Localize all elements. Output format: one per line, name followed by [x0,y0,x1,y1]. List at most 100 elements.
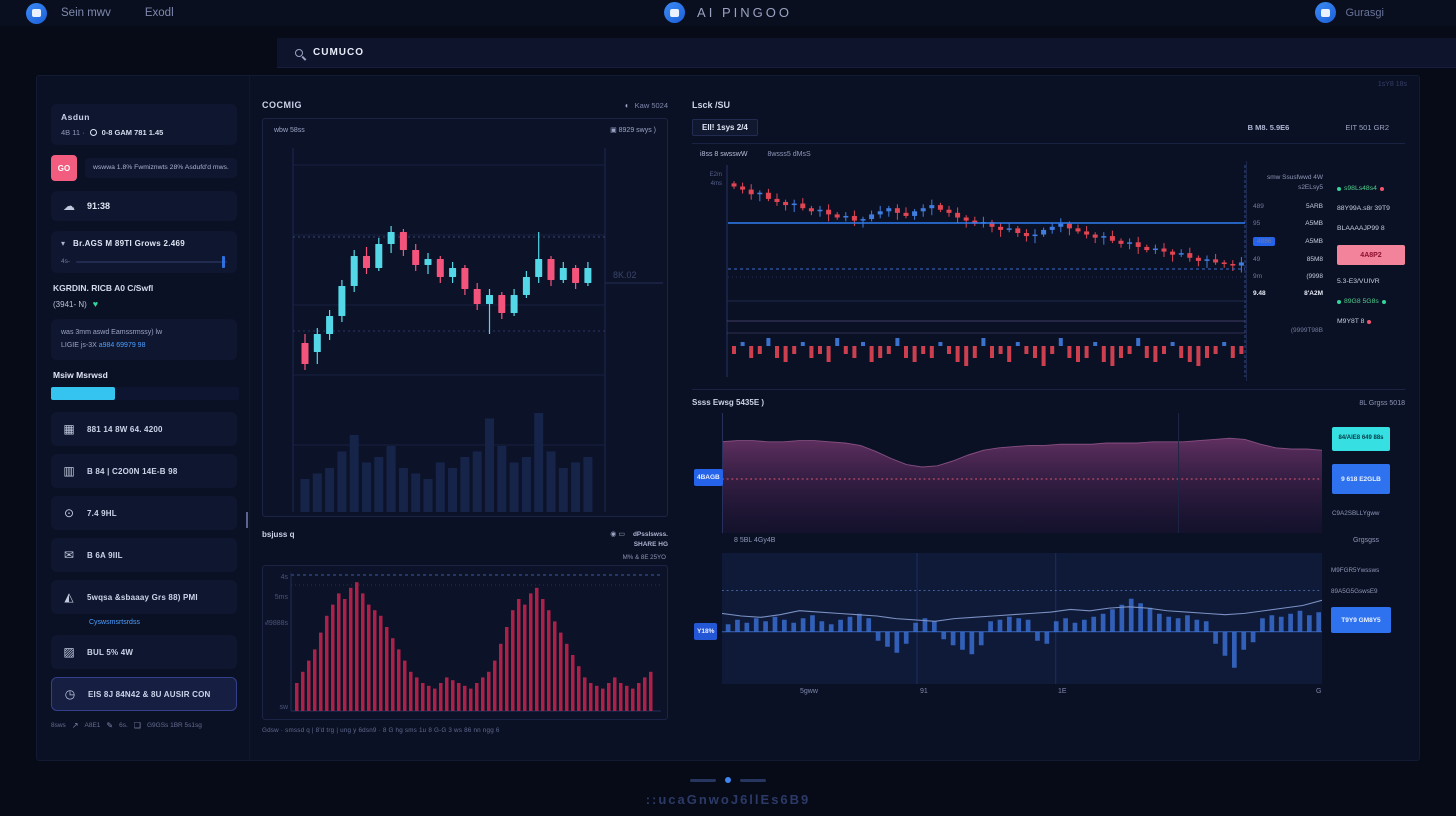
chat-bubble-icon[interactable]: ❑ [134,721,141,730]
sidebar-item[interactable]: ◭5wqsa &sbaaay Grs 88) PMI [51,580,237,614]
osc-x-label: G [1316,688,1321,695]
chat-icon: ✉ [61,548,77,562]
y-axis-mini-labels: E2m 4ms [692,161,726,381]
price-scale-left: 489 [1253,203,1264,210]
group-sub: (3941- N) [53,300,87,309]
search-input[interactable]: CUMUCO [277,38,1456,68]
tab-pair[interactable]: EII! 1sys 2/4 [692,119,758,136]
price-scale-right: 8'A2M [1304,290,1323,297]
volume-meta-3: M% & 8E 25YO [262,554,666,561]
watchlist-item[interactable]: s98Ls48s4 [1337,185,1405,192]
sidebar-item[interactable]: ◷EIS 8J 84N42 & 8U AUSIR CON [51,677,237,711]
watchlist-item[interactable]: 89G8 5G8s [1337,298,1405,305]
svg-text:M9888s: M9888s [265,620,288,627]
arrow-up-right-icon[interactable]: ↗ [72,721,79,730]
range-slider[interactable] [76,261,227,263]
make-section-title: Msiw Msrwsd [53,370,237,380]
clock-icon: ◷ [62,687,78,701]
sidebar-item-list: ▦881 14 8W 64. 4200 ▥B 84 | C2O0N 14E-B 9… [51,412,237,711]
watchlist-item[interactable]: BLAAAAJP99 8 [1337,225,1405,232]
account-value: 0-8 GAM 781 1.45 [102,128,164,137]
price-scale-row: 95A5MB [1253,220,1323,227]
watchlist-item[interactable]: 5.3-E3/VUIVR [1337,278,1405,285]
page-dash-2[interactable] [740,779,766,782]
sidebar-item[interactable]: ⊙7.4 9HL [51,496,237,530]
account-card[interactable]: Asdun 4B 11 · 0-8 GAM 781 1.45 [51,104,237,145]
red-bar-chart[interactable]: 4s5msM9888ssw [265,569,665,717]
sidebar-item[interactable]: ▥B 84 | C2O0N 14E-B 98 [51,454,237,488]
flow-oscillator-chart[interactable] [722,553,1322,684]
user-label[interactable]: Gurasgi [1345,7,1384,19]
pink-action-button[interactable]: 4A8P2 [1337,245,1405,265]
watchlist-item-label: 5.3-E3/VUIVR [1337,278,1380,285]
page-dot-active[interactable] [725,777,731,783]
sidebar-item[interactable]: ✉ B 6A 9IIL [51,538,237,572]
red-dot-icon [1367,320,1371,324]
blue-action-button[interactable]: 9 618 E2GLB [1332,464,1390,494]
sidebar-item-label: B 6A 9IIL [87,551,123,560]
green-dot-icon [1337,300,1341,304]
search-value: CUMUCO [313,47,364,58]
sidebar-footer-label: 6s. [119,722,128,729]
watchlist-item-label: M9Y8T 8 [1337,318,1364,325]
user-avatar[interactable] [1315,2,1336,23]
center-panel-meta: Kaw 5024 [635,101,668,110]
heart-icon: ♥ [93,299,98,309]
osc-x-label: 1E [1058,688,1067,695]
area-chart-meta: 8L Grgss 5018 [1359,400,1405,407]
camera-icon[interactable]: ▣ [610,127,617,134]
price-scale-row: 4886A5MB [1253,237,1323,246]
page-dash-1[interactable] [690,779,716,782]
power-icon: ⊙ [61,506,77,520]
note-link[interactable]: a984 69979 98 [99,342,146,349]
price-scale-left: 9.48 [1253,290,1266,297]
note-text: was 3mm aswd Eamssrmssy) lw [61,327,227,340]
search-row: CUMUCO [0,38,1456,68]
watchlist-item[interactable]: M9Y8T 8 [1337,318,1405,325]
search-icon [295,49,303,57]
right-candlestick-chart[interactable] [726,161,1246,381]
sidebar-footer: 8sws↗A8E1✎6s.❑G9GSs 1BR 5s1sg [51,721,237,730]
price-scale-right: (9998 [1306,273,1323,280]
price-scale-row: 9m(9998 [1253,273,1323,280]
main-chart-label: wbw 58ss [274,127,305,134]
sidebar-item[interactable]: ▦881 14 8W 64. 4200 [51,412,237,446]
cloud-icon: ☁ [61,199,77,213]
footer-brand-text: ::ucaGnwoJ6llEs6B9 [0,792,1456,807]
alert-row[interactable]: GO wswwa 1.8% Fwmiznwts 28% Asdufd'd mws… [51,155,237,181]
red-bar-chart-card: 4s5msM9888ssw [262,565,668,720]
candlestick-chart[interactable]: 8K.02 [265,138,665,514]
brand-logo-icon[interactable] [26,3,47,24]
app-logo-icon[interactable] [664,2,685,23]
legend-series-1: i8ss 8 swsswW [700,151,747,158]
sidebar-footer-label: G9GSs 1BR 5s1sg [147,722,202,729]
scale-header-1: smw Ssusfwwd 4W [1253,173,1323,183]
note-prefix: LIGIE js-3X [61,342,97,349]
sidebar-item-link[interactable]: Cyswsmsrtsrdss [89,619,237,626]
right-panel-title: Lsck /SU [692,100,1405,110]
scrollbar-thumb[interactable] [246,512,248,528]
sentiment-area-chart[interactable] [722,413,1322,533]
watchlist-item-label: 89G8 5G8s [1344,298,1379,305]
pencil-icon[interactable]: ✎ [106,721,113,730]
nav-item-2[interactable]: Exodl [145,7,174,19]
osc-axis-tag: Y18% [694,623,717,640]
sidebar-item[interactable]: ▨BUL 5% 4W [51,635,237,669]
account-prefix: 4B 11 · [61,128,85,137]
weather-card[interactable]: ☁ 91:38 [51,191,237,221]
nav-item-1[interactable]: Sein mwv [61,7,111,19]
price-scale-right: 85M8 [1307,256,1323,263]
bell-icon[interactable]: ◉ ▭ [610,530,625,538]
watchlist-item[interactable]: 88Y99A.s8r 39T9 [1337,205,1405,212]
watchlist-item-label: s98Ls48s4 [1344,185,1377,192]
strategy-dropdown[interactable]: ▾ Br.AGS M 89TI Grows 2.469 4s- [51,231,237,273]
price-scale-right: A5MB [1305,220,1323,227]
calendar-icon: ▦ [61,422,77,436]
weather-value: 91:38 [87,201,110,211]
cyan-action-button[interactable]: 84/AIE8 649 88s [1332,427,1390,451]
slider-handle[interactable] [222,256,225,268]
right-meta-2: EIT 501 GR2 [1345,123,1389,132]
osc-action-button[interactable]: T9Y9 GM8Y5 [1331,607,1391,633]
slider-label: 4s- [61,258,70,265]
watchlist-side-panel: s98Ls48s4 88Y99A.s8r 39T9 BLAAAAJP99 8 4A8P… [1328,161,1405,381]
